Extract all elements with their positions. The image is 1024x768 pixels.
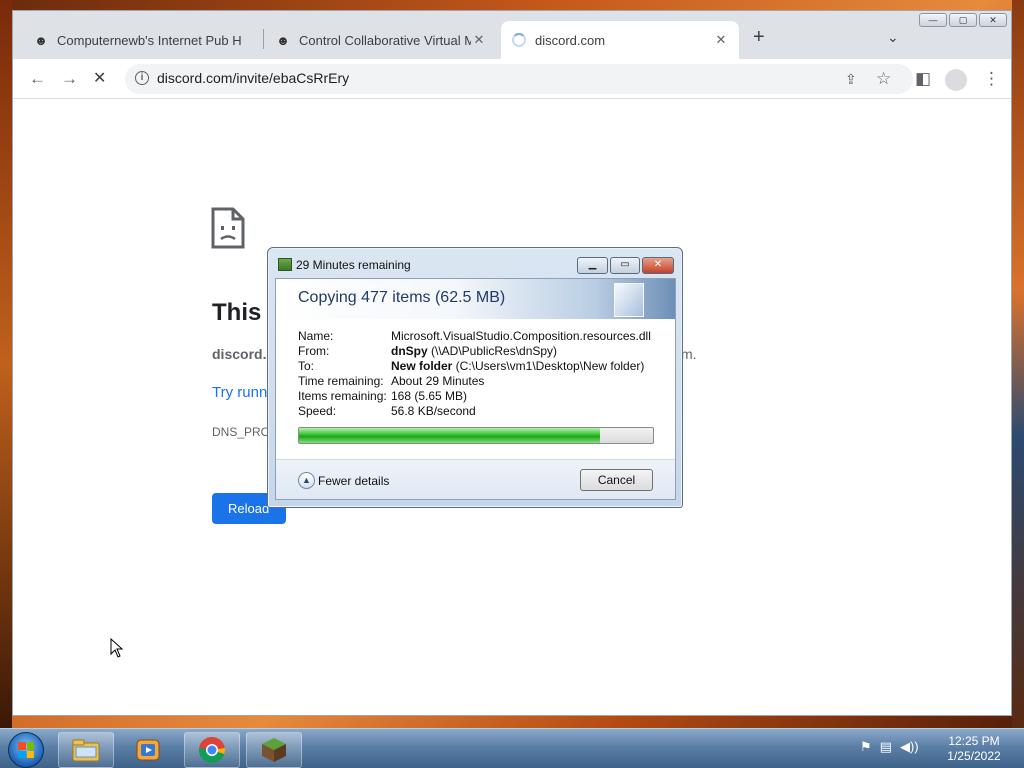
taskbar-minecraft[interactable] — [246, 732, 302, 768]
loading-spinner-icon — [511, 32, 527, 48]
forward-arrow-icon[interactable]: → — [61, 70, 78, 88]
address-bar[interactable]: i discord.com/invite/ebaCsRrEry — [125, 64, 913, 94]
close-button[interactable]: ✕ — [979, 13, 1007, 27]
clock-time: 12:25 PM — [948, 734, 1000, 748]
dialog-minimize-button[interactable]: ▁ — [577, 257, 608, 274]
to-path: (C:\Users\vm1\Desktop\New folder) — [452, 359, 645, 373]
share-icon[interactable]: ⇪ — [845, 70, 857, 88]
to-folder-link[interactable]: New folder — [391, 359, 452, 373]
minimize-button[interactable]: — — [919, 13, 947, 27]
fewer-details-toggle[interactable]: ▲ Fewer details — [298, 472, 389, 489]
from-label: From: — [298, 344, 330, 358]
chrome-icon — [199, 737, 225, 764]
windows-explorer-icon — [72, 739, 100, 762]
clock-date: 1/25/2022 — [947, 749, 1001, 763]
items-value: 168 (5.65 MB) — [391, 389, 468, 403]
url-text[interactable]: discord.com/invite/ebaCsRrEry — [157, 70, 349, 86]
browser-toolbar: ← → ✕ i discord.com/invite/ebaCsRrEry ⇪ … — [13, 59, 1011, 99]
dialog-body: Copying 477 items (62.5 MB) Name: Micros… — [275, 278, 676, 500]
tab-computernewb[interactable]: ☻ Computernewb's Internet Pub H — [23, 21, 261, 59]
dialog-title: 29 Minutes remaining — [296, 258, 411, 272]
back-arrow-icon[interactable]: ← — [29, 70, 46, 88]
progress-fill — [299, 428, 600, 443]
tab-search-icon[interactable]: ⌄ — [887, 29, 899, 46]
name-label: Name: — [298, 329, 334, 343]
tab-strip: — ▢ ✕ ☻ Computernewb's Internet Pub H ☻ … — [13, 11, 1011, 59]
time-label: Time remaining: — [298, 374, 384, 388]
items-label: Items remaining: — [298, 389, 387, 403]
taskbar-chrome[interactable] — [184, 732, 240, 768]
side-panel-icon[interactable]: ◧ — [915, 70, 931, 88]
name-value: Microsoft.VisualStudio.Composition.resou… — [391, 329, 651, 343]
sad-page-icon — [211, 207, 245, 249]
chevron-up-icon: ▲ — [298, 472, 315, 489]
cancel-button[interactable]: Cancel — [580, 469, 653, 491]
network-icon[interactable]: ▤ — [880, 739, 892, 755]
cat-head-icon: ☻ — [276, 32, 290, 48]
copy-heading: Copying 477 items (62.5 MB) — [298, 289, 506, 306]
dialog-maximize-button[interactable]: ▭ — [610, 257, 640, 274]
tab-title: discord.com — [535, 32, 606, 48]
from-path: (\\AD\PublicRes\dnSpy) — [427, 344, 558, 358]
window-controls: — ▢ ✕ — [919, 13, 1007, 27]
start-button[interactable] — [8, 732, 44, 768]
tab-separator — [263, 29, 264, 49]
tab-title: Control Collaborative Virtual Ma — [299, 32, 471, 48]
taskbar-clock[interactable]: 12:25 PM 1/25/2022 — [934, 734, 1014, 764]
taskbar-explorer[interactable] — [58, 732, 114, 768]
cat-head-icon: ☻ — [34, 32, 48, 48]
error-host: discord. — [212, 346, 267, 362]
fewer-details-label: Fewer details — [318, 473, 390, 488]
profile-avatar[interactable] — [945, 69, 967, 91]
time-row: Time remaining: About 29 Minutes — [298, 374, 651, 389]
to-row: To: New folder (C:\Users\vm1\Desktop\New… — [298, 359, 651, 374]
name-row: Name: Microsoft.VisualStudio.Composition… — [298, 329, 651, 344]
copy-progress-dialog: 29 Minutes remaining ▁ ▭ ✕ Copying 477 i… — [267, 247, 683, 508]
to-label: To: — [298, 359, 315, 373]
maximize-button[interactable]: ▢ — [949, 13, 977, 27]
speed-value: 56.8 KB/second — [391, 404, 476, 418]
taskbar-media-player[interactable] — [120, 732, 176, 768]
desktop-right-edge — [1012, 0, 1024, 728]
copy-details: Name: Microsoft.VisualStudio.Composition… — [298, 329, 651, 419]
copy-dialog-icon — [278, 258, 292, 271]
dialog-close-button[interactable]: ✕ — [642, 257, 674, 274]
minecraft-icon — [262, 738, 286, 762]
dialog-header: Copying 477 items (62.5 MB) — [276, 279, 675, 319]
speed-label: Speed: — [298, 404, 337, 418]
menu-kebab-icon[interactable]: ⋮ — [983, 70, 1000, 88]
stop-loading-icon[interactable]: ✕ — [93, 70, 106, 88]
from-folder-link[interactable]: dnSpy — [391, 344, 428, 358]
items-row: Items remaining: 168 (5.65 MB) — [298, 389, 651, 404]
system-tray: ⚑ ▤ ◀)) — [860, 739, 919, 755]
from-row: From: dnSpy (\\AD\PublicRes\dnSpy) — [298, 344, 651, 359]
windows-logo-icon — [18, 742, 34, 758]
try-link[interactable]: Try runn — [212, 384, 267, 401]
time-value: About 29 Minutes — [391, 374, 485, 388]
desktop-left-edge — [0, 0, 12, 728]
tab-close-icon[interactable]: ✕ — [713, 32, 729, 48]
copy-document-icon — [614, 283, 644, 317]
new-tab-button[interactable]: + — [753, 27, 765, 47]
tab-close-icon[interactable]: ✕ — [471, 32, 487, 48]
mouse-cursor-icon — [110, 638, 124, 658]
media-player-icon — [136, 739, 160, 761]
volume-icon[interactable]: ◀)) — [900, 739, 919, 755]
speed-row: Speed: 56.8 KB/second — [298, 404, 651, 419]
tab-title: Computernewb's Internet Pub H — [57, 32, 242, 48]
copy-progress-bar — [298, 427, 654, 444]
site-info-icon[interactable]: i — [135, 71, 149, 85]
error-host-tail: m. — [681, 346, 697, 362]
tab-discord[interactable]: discord.com ✕ — [501, 21, 739, 59]
tab-control-collaborative[interactable]: ☻ Control Collaborative Virtual Ma ✕ — [265, 21, 497, 59]
dialog-footer: ▲ Fewer details Cancel — [276, 459, 675, 499]
taskbar: ⚑ ▤ ◀)) 12:25 PM 1/25/2022 — [0, 728, 1024, 768]
action-center-flag-icon[interactable]: ⚑ — [860, 739, 872, 755]
bookmark-star-icon[interactable]: ☆ — [876, 70, 891, 88]
